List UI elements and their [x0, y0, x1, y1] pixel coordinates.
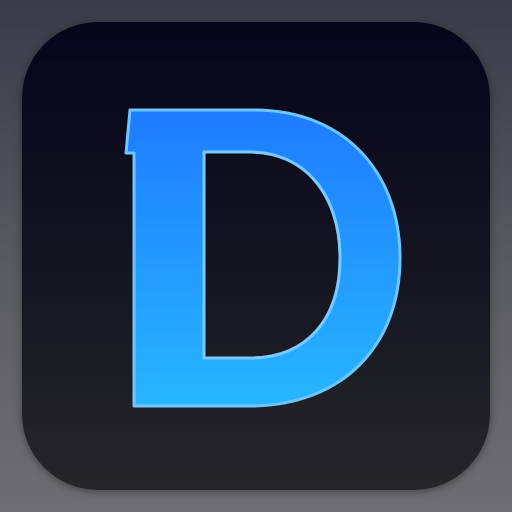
- letter-d-body: [124, 108, 402, 408]
- app-icon-tile[interactable]: D: [22, 22, 490, 490]
- letter-d-glyph: D: [124, 108, 402, 408]
